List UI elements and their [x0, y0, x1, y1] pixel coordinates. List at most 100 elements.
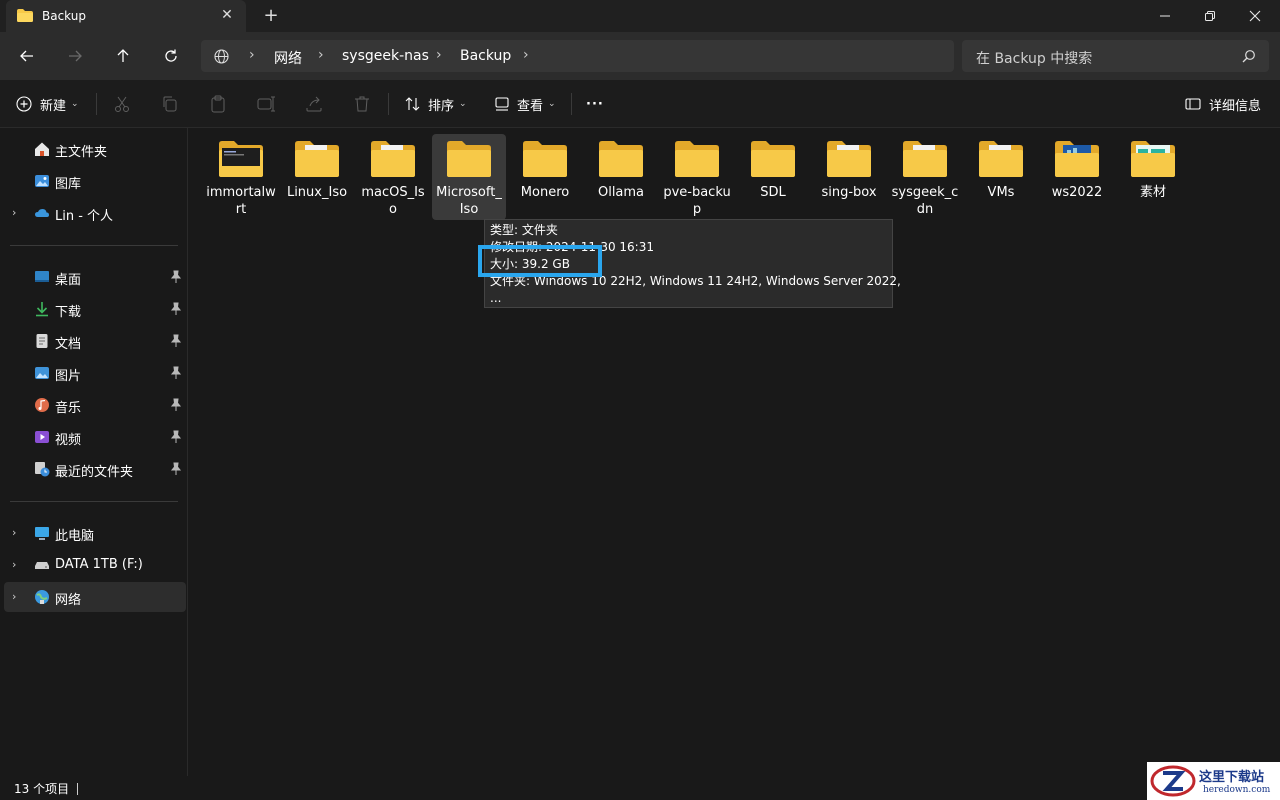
recent-folders-icon [35, 462, 50, 477]
close-icon [1249, 10, 1261, 22]
maximize-button[interactable] [1187, 0, 1233, 32]
folder-item-ws2022[interactable]: ws2022 [1040, 134, 1114, 220]
sidebar-item-label: 最近的文件夹 [55, 465, 134, 480]
divider [388, 93, 389, 115]
chevron-right-icon: › [436, 47, 442, 63]
sidebar-item-label: Lin - 个人 [55, 209, 114, 224]
new-button[interactable]: 新建 ⌄ [16, 92, 79, 116]
drive-icon [35, 562, 49, 569]
view-button[interactable]: 查看 ⌄ [494, 92, 556, 116]
sidebar-item-documents[interactable]: 文档 [4, 326, 186, 356]
folder-label: pve-backu p [663, 185, 731, 217]
refresh-icon [165, 49, 177, 62]
folder-label: Ollama [597, 185, 645, 200]
plus-circle-icon [16, 96, 32, 112]
sidebar-item-recent-folders[interactable]: 最近的文件夹 [4, 454, 186, 484]
rename-icon[interactable] [256, 94, 276, 114]
pin-icon[interactable] [170, 302, 182, 316]
address-bar[interactable]: › 网络 › sysgeek-nas › Backup › [201, 40, 954, 72]
folder-item-pve-backup[interactable]: pve-backu p [660, 134, 734, 220]
chevron-down-icon: ⌄ [548, 99, 556, 109]
folder-label: Monero [520, 185, 570, 200]
folder-item-microsoft-iso[interactable]: Microsoft_ Iso [432, 134, 506, 220]
sidebar-item-network[interactable]: › 网络 [4, 582, 186, 612]
back-button[interactable] [12, 42, 42, 70]
details-pane-button[interactable]: 详细信息 [1185, 92, 1261, 116]
sidebar-item-onedrive[interactable]: › Lin - 个人 [4, 198, 186, 228]
breadcrumb-backup[interactable]: Backup [460, 48, 511, 64]
folder-label: macOS_Is o [361, 185, 425, 217]
pin-icon[interactable] [170, 398, 182, 412]
sidebar-divider [10, 245, 178, 246]
paste-icon[interactable] [208, 94, 228, 114]
chevron-right-icon[interactable]: › [12, 206, 16, 219]
folder-label: sing-box [821, 185, 877, 200]
delete-icon[interactable] [352, 94, 372, 114]
chevron-right-icon[interactable]: › [12, 558, 16, 571]
copy-icon[interactable] [160, 94, 180, 114]
folder-item-monero[interactable]: Monero [508, 134, 582, 220]
network-globe-icon [214, 49, 229, 64]
folder-item-immortalwrt[interactable]: immortalw rt [204, 134, 278, 220]
folder-label: sysgeek_c dn [891, 185, 959, 217]
sidebar-item-gallery[interactable]: 图库 [4, 166, 186, 196]
chevron-right-icon: › [523, 47, 529, 63]
restore-icon [1205, 11, 1215, 21]
pin-icon[interactable] [170, 366, 182, 380]
search-icon [1242, 50, 1255, 63]
cut-icon[interactable] [112, 94, 132, 114]
chevron-right-icon: › [318, 47, 324, 63]
address-row: › 网络 › sysgeek-nas › Backup › 在 Backup 中… [0, 32, 1280, 80]
up-button[interactable] [108, 42, 138, 70]
pin-icon[interactable] [170, 462, 182, 476]
folder-label: VMs [987, 185, 1015, 200]
sidebar-item-videos[interactable]: 视频 [4, 422, 186, 452]
watermark-url: heredown.com [1203, 785, 1271, 795]
sidebar-item-this-pc[interactable]: › 此电脑 [4, 518, 186, 548]
more-options-button[interactable]: ··· [586, 92, 604, 116]
pin-icon[interactable] [170, 430, 182, 444]
search-input[interactable]: 在 Backup 中搜索 [976, 48, 1092, 68]
minimize-button[interactable] [1142, 0, 1188, 32]
folder-item-vms[interactable]: VMs [964, 134, 1038, 220]
pin-icon[interactable] [170, 270, 182, 284]
sort-button[interactable]: 排序 ⌄ [404, 92, 467, 116]
new-tab-button[interactable]: + [260, 6, 282, 28]
close-tab-icon[interactable]: ✕ [218, 6, 236, 24]
folder-item-linux-iso[interactable]: Linux_Iso [280, 134, 354, 220]
search-box[interactable]: 在 Backup 中搜索 [962, 40, 1269, 72]
sidebar-item-pictures[interactable]: 图片 [4, 358, 186, 388]
folder-icon [675, 141, 719, 177]
sidebar-item-desktop[interactable]: 桌面 [4, 262, 186, 292]
folder-icon [371, 141, 415, 177]
breadcrumb-sysgeek-nas[interactable]: sysgeek-nas [342, 48, 429, 64]
folder-icon [17, 9, 33, 22]
sidebar-item-label: 视频 [55, 433, 82, 448]
folder-item-sing-box[interactable]: sing-box [812, 134, 886, 220]
chevron-right-icon[interactable]: › [12, 590, 16, 603]
folder-item-sdl[interactable]: SDL [736, 134, 810, 220]
folder-item-materials[interactable]: 素材 [1116, 134, 1190, 220]
tab-backup[interactable]: Backup ✕ [6, 0, 246, 32]
folder-label: ws2022 [1051, 185, 1103, 200]
chevron-right-icon[interactable]: › [12, 526, 16, 539]
close-window-button[interactable] [1232, 0, 1278, 32]
heredown-logo-icon [1150, 765, 1196, 797]
share-icon[interactable] [304, 94, 324, 114]
sidebar-item-label: 网络 [55, 593, 82, 608]
sidebar-item-music[interactable]: 音乐 [4, 390, 186, 420]
pin-icon[interactable] [170, 334, 182, 348]
sidebar-item-data-drive[interactable]: › DATA 1TB (F:) [4, 550, 186, 580]
folder-item-ollama[interactable]: Ollama [584, 134, 658, 220]
forward-button[interactable] [60, 42, 90, 70]
folder-item-sysgeek-cdn[interactable]: sysgeek_c dn [888, 134, 962, 220]
sidebar-item-downloads[interactable]: 下载 [4, 294, 186, 324]
refresh-button[interactable] [156, 42, 186, 70]
folder-item-macos-iso[interactable]: macOS_Is o [356, 134, 430, 220]
sort-icon [405, 97, 420, 111]
home-icon [35, 142, 49, 156]
breadcrumb-network[interactable]: 网络 [274, 48, 302, 68]
download-icon [36, 302, 48, 317]
details-label: 详细信息 [1209, 98, 1262, 114]
sidebar-item-home[interactable]: 主文件夹 [4, 134, 186, 164]
